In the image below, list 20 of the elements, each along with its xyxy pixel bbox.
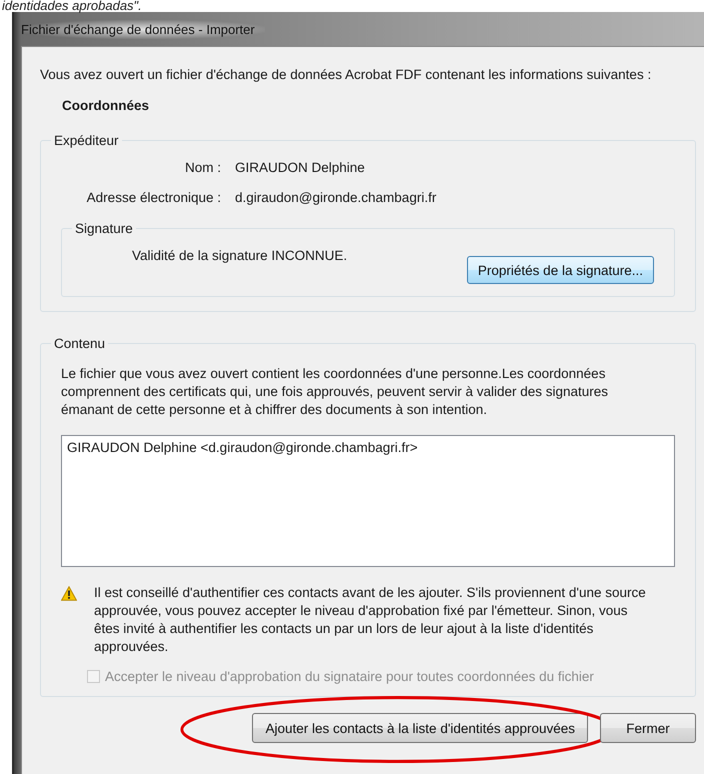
group-legend: Signature — [72, 221, 136, 236]
dialog-button[interactable]: Fermer — [600, 713, 696, 743]
description-text: Le fichier que vous avez ouvert contient les coordonnées d'une personne.Les coordonnées comprennent des certificats qui, une fois approuvés, peuvent servir à valider des signatures émanant de cette personne et à chiffrer des documents à son intention. — [61, 365, 610, 419]
warning-text: Il est conseillé d'authentifier ces contacts avant de les ajouter. S'ils proviennent d'une source approuvée, vous pouvez accepter le niveau d'approbation fixé par l'émetteur. Sinon, vous êtes invité à authentifier les contacts un par un lors de leur ajout à la liste d'identités approuvées. — [94, 584, 647, 656]
field-label: Adresse électronique : — [86, 190, 221, 205]
dialog-button[interactable]: Ajouter les contacts à la liste d'identités approuvées — [252, 713, 588, 743]
group-legend: Expéditeur — [51, 133, 122, 148]
window-title: Fichier d'échange de données - Importer — [21, 20, 265, 38]
contact-item[interactable]: GIRAUDON Delphine <d.giraudon@gironde.chambagri.fr> — [66, 439, 670, 456]
intro-text: Vous avez ouvert un fichier d'échange de données Acrobat FDF contenant les informations suivantes : — [40, 67, 652, 82]
section-title: Coordonnées — [62, 98, 150, 113]
signature-properties-button[interactable]: Propriétés de la signature... — [466, 256, 654, 284]
caption-text: identidades aprobadas". — [1, 0, 143, 12]
checkbox-label: Accepter le niveau d'approbation du signataire pour toutes coordonnées du fichier — [105, 669, 594, 684]
group-legend: Contenu — [51, 336, 108, 351]
field-value: GIRAUDON Delphine — [235, 160, 366, 175]
field-label: Nom : — [184, 160, 221, 175]
warning-icon — [61, 586, 77, 601]
signature-status: Validité de la signature INCONNUE. — [132, 248, 348, 263]
field-value: d.giraudon@gironde.chambagri.fr — [235, 190, 438, 205]
